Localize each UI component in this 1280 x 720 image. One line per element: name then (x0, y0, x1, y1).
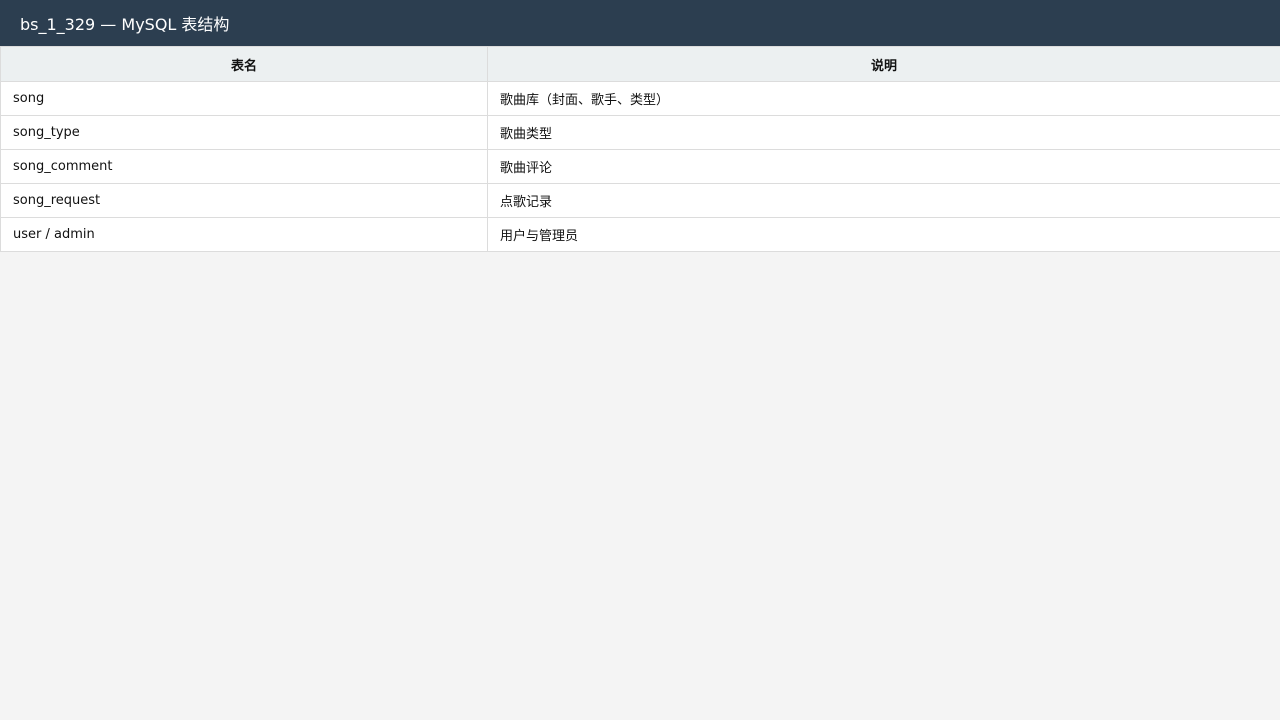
schema-table: 表名 说明 song 歌曲库（封面、歌手、类型） song_type 歌曲类型 … (0, 46, 1280, 252)
table-row: song 歌曲库（封面、歌手、类型） (0, 81, 1280, 116)
table-name-cell: song_comment (0, 149, 488, 184)
column-header-table-name: 表名 (0, 46, 488, 82)
table-row: song_type 歌曲类型 (0, 115, 1280, 150)
table-header-row: 表名 说明 (0, 46, 1280, 82)
table-row: song_request 点歌记录 (0, 183, 1280, 218)
table-name-cell: song (0, 81, 488, 116)
table-name-cell: user / admin (0, 217, 488, 252)
description-cell: 歌曲库（封面、歌手、类型） (487, 81, 1280, 116)
table-name-cell: song_type (0, 115, 488, 150)
title-bar: bs_1_329 — MySQL 表结构 (0, 0, 1280, 46)
column-header-description: 说明 (487, 46, 1280, 82)
table-row: user / admin 用户与管理员 (0, 217, 1280, 252)
description-cell: 点歌记录 (487, 183, 1280, 218)
description-cell: 歌曲评论 (487, 149, 1280, 184)
table-name-cell: song_request (0, 183, 488, 218)
page-title: bs_1_329 — MySQL 表结构 (20, 15, 230, 34)
description-cell: 歌曲类型 (487, 115, 1280, 150)
description-cell: 用户与管理员 (487, 217, 1280, 252)
table-row: song_comment 歌曲评论 (0, 149, 1280, 184)
